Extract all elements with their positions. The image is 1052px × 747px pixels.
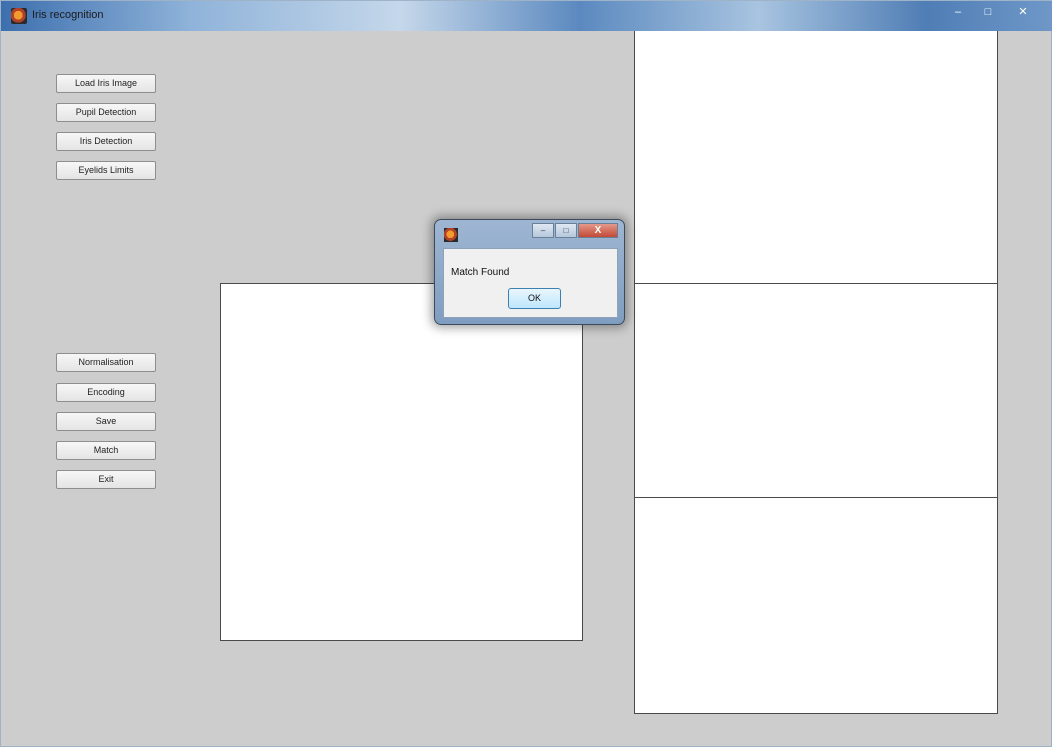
pupil-detection-button[interactable]: Pupil Detection (56, 103, 156, 122)
minimize-button[interactable]: – (943, 3, 973, 23)
main-image-axes (220, 283, 583, 641)
dialog-body: Match Found OK (443, 248, 618, 318)
window-title: Iris recognition (32, 9, 104, 21)
main-window: Iris recognition – □ ✕ Load Iris Image P… (0, 0, 1052, 747)
ok-button[interactable]: OK (508, 288, 561, 309)
title-bar[interactable]: Iris recognition – □ ✕ (1, 1, 1052, 31)
close-button[interactable]: ✕ (1003, 3, 1043, 23)
matlab-dialog-icon (444, 228, 458, 242)
right-middle-axes (634, 283, 998, 498)
dialog-close-button[interactable]: X (578, 223, 618, 238)
dialog-message: Match Found (451, 267, 510, 278)
right-top-axes (634, 31, 998, 284)
dialog-window-controls: – □ X (531, 223, 618, 238)
dialog-maximize-button[interactable]: □ (555, 223, 577, 238)
match-button[interactable]: Match (56, 441, 156, 460)
matlab-app-icon (11, 8, 27, 24)
normalisation-button[interactable]: Normalisation (56, 353, 156, 372)
exit-button[interactable]: Exit (56, 470, 156, 489)
eyelids-limits-button[interactable]: Eyelids Limits (56, 161, 156, 180)
maximize-button[interactable]: □ (973, 3, 1003, 23)
encoding-button[interactable]: Encoding (56, 383, 156, 402)
load-iris-image-button[interactable]: Load Iris Image (56, 74, 156, 93)
dialog-minimize-button[interactable]: – (532, 223, 554, 238)
right-bottom-axes (634, 497, 998, 714)
window-controls: – □ ✕ (943, 3, 1043, 23)
iris-detection-button[interactable]: Iris Detection (56, 132, 156, 151)
save-button[interactable]: Save (56, 412, 156, 431)
match-found-dialog: – □ X Match Found OK (434, 219, 625, 325)
